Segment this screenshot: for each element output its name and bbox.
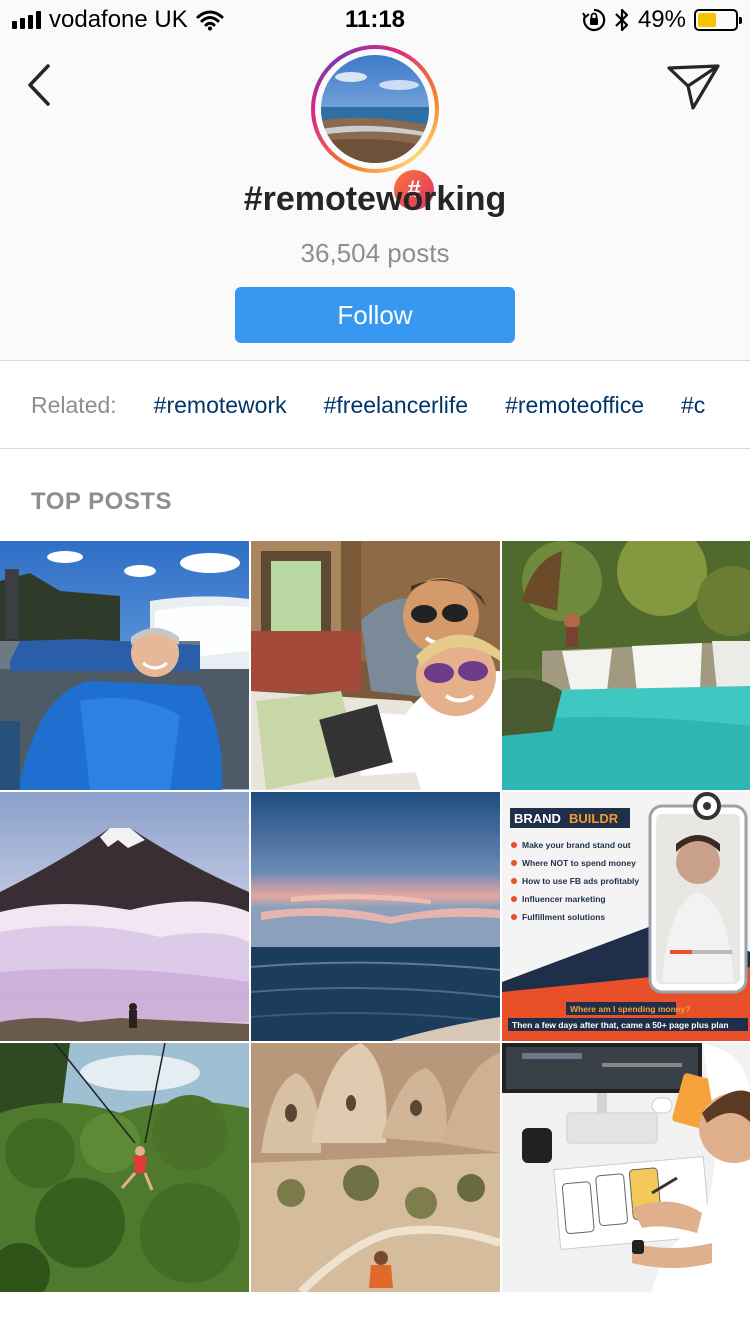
ad-caption-1: Where am I spending money?	[570, 1004, 690, 1014]
bottom-spacer	[0, 1293, 750, 1334]
post-thumbnail-6[interactable]: BRAND BUILDR Make your brand stand out W…	[502, 792, 750, 1041]
brand-name-b: BUILDR	[569, 811, 619, 826]
hashtag-avatar	[311, 45, 439, 173]
related-tag-remotework[interactable]: #remotework	[154, 392, 287, 419]
ad-caption-2: Then a few days after that, came a 50+ p…	[512, 1020, 729, 1030]
battery-percentage: 49%	[637, 6, 686, 33]
hashtag-header: # #remoteworking 36,504 posts Follow	[0, 40, 750, 361]
post-thumbnail-7[interactable]	[0, 1043, 249, 1292]
top-posts-grid: BRAND BUILDR Make your brand stand out W…	[0, 541, 750, 1293]
status-bar: vodafone UK 11:18 49%	[0, 0, 750, 40]
orientation-lock-icon	[582, 8, 606, 32]
ad-bullet-4: Influencer marketing	[522, 894, 606, 904]
post-count: 36,504 posts	[300, 238, 450, 268]
related-tag-remoteoffice[interactable]: #remoteoffice	[505, 392, 644, 419]
bluetooth-icon	[615, 8, 629, 32]
ad-bullet-2: Where NOT to spend money	[522, 858, 636, 868]
ad-bullet-1: Make your brand stand out	[522, 840, 631, 850]
brand-name-a: BRAND	[514, 811, 561, 826]
post-thumbnail-2[interactable]	[251, 541, 500, 790]
related-hashtags-bar: Related: #remotework #freelancerlife #re…	[0, 362, 750, 449]
post-thumbnail-4[interactable]	[0, 792, 249, 1041]
ad-bullet-5: Fulfillment solutions	[522, 912, 605, 922]
post-thumbnail-9[interactable]	[502, 1043, 750, 1292]
battery-level-fill	[698, 13, 716, 27]
ad-bullet-3: How to use FB ads profitably	[522, 876, 639, 886]
chevron-left-icon[interactable]	[24, 62, 56, 108]
paper-plane-icon[interactable]	[666, 62, 722, 112]
related-tag-freelancerlife[interactable]: #freelancerlife	[324, 392, 468, 419]
follow-button[interactable]: Follow	[235, 287, 515, 343]
battery-icon	[694, 9, 742, 31]
post-thumbnail-5[interactable]	[251, 792, 500, 1041]
related-label: Related:	[31, 392, 117, 418]
post-thumbnail-8[interactable]	[251, 1043, 500, 1292]
avatar-beach-photo	[321, 55, 429, 163]
top-posts-heading: TOP POSTS	[31, 488, 172, 515]
status-right: 49%	[582, 6, 742, 34]
post-thumbnail-3[interactable]	[502, 541, 750, 790]
hashtag-title: #remoteworking	[243, 180, 507, 218]
post-thumbnail-1[interactable]	[0, 541, 249, 790]
related-tag-truncated[interactable]: #c	[681, 392, 705, 419]
